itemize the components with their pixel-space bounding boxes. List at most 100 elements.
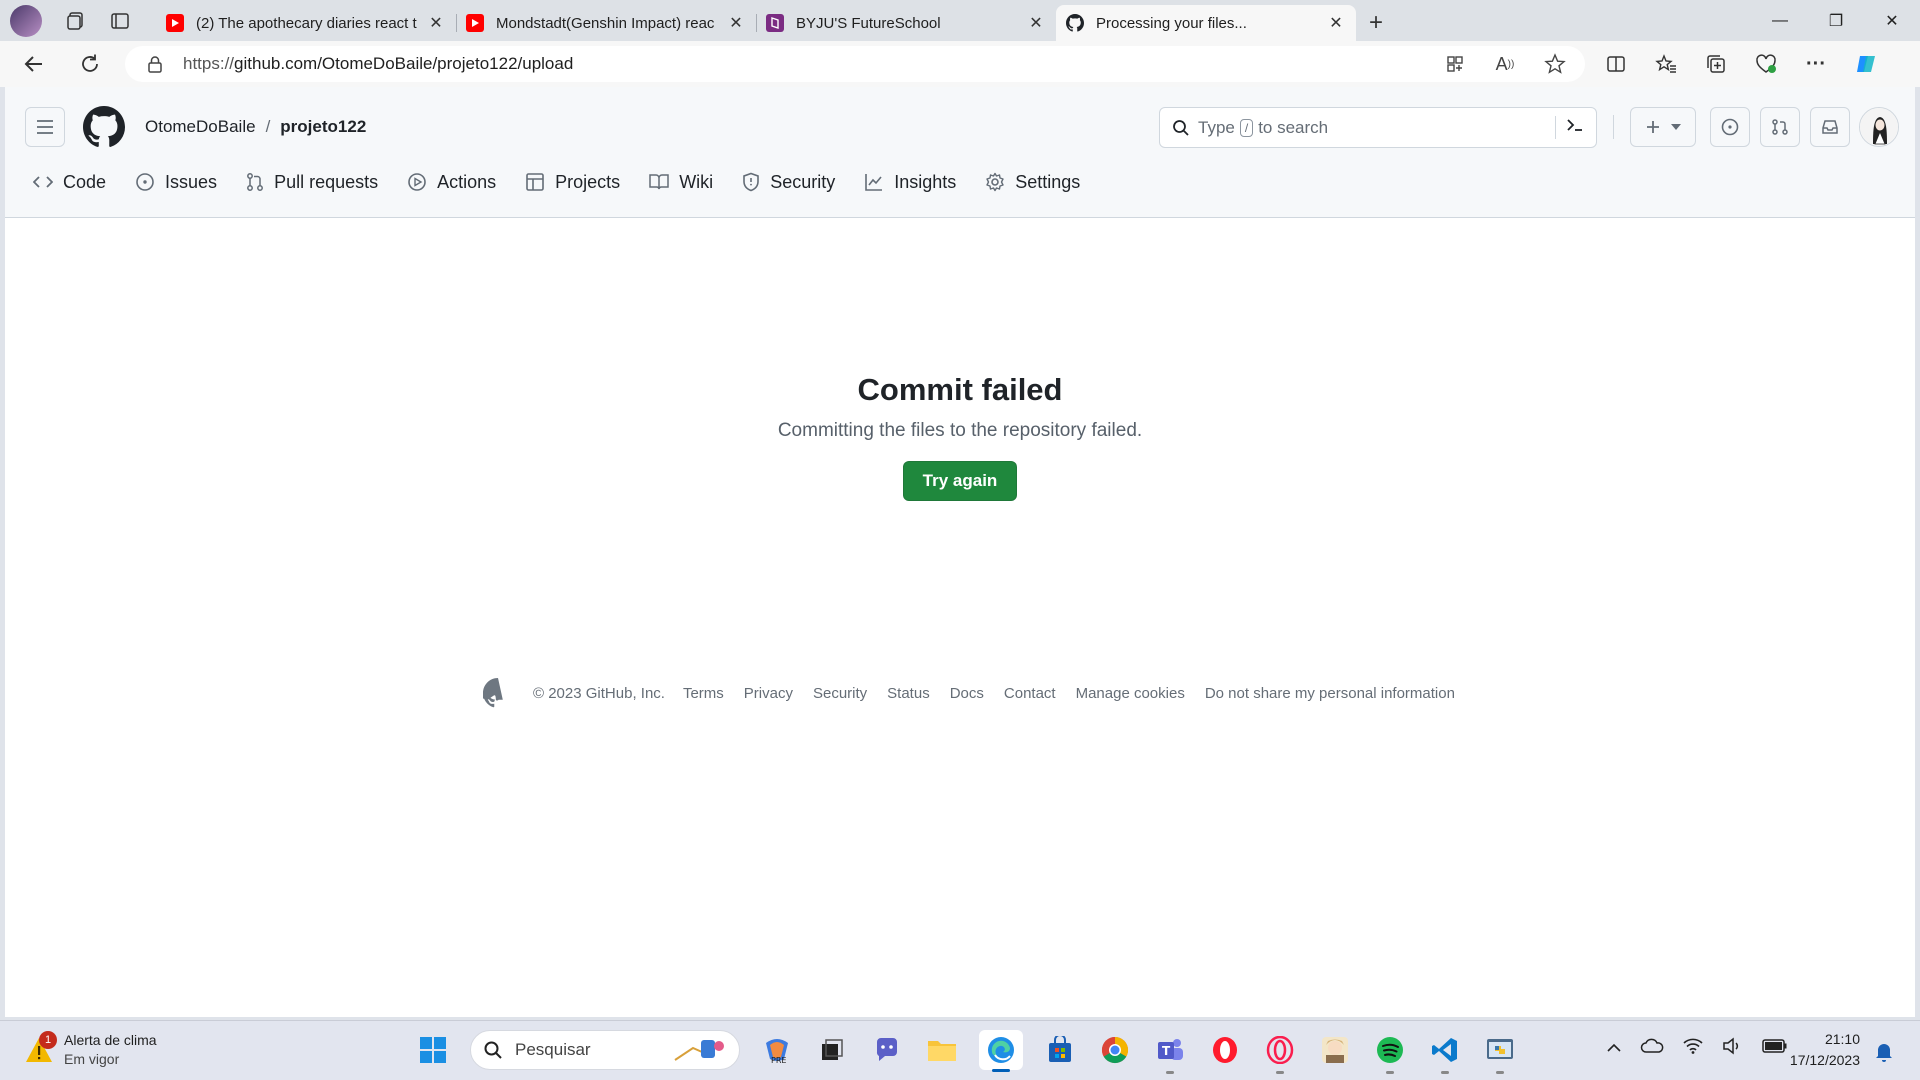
search-placeholder-end: to search	[1258, 117, 1329, 137]
table-icon	[526, 173, 544, 191]
tab-projects[interactable]: Projects	[525, 165, 635, 199]
url-text[interactable]: https://github.com/OtomeDoBaile/projeto1…	[183, 54, 573, 74]
repo-name-link[interactable]: projeto122	[280, 117, 366, 137]
footer-link-manage-cookies[interactable]: Manage cookies	[1076, 685, 1185, 702]
task-view-icon[interactable]	[814, 1032, 850, 1068]
window-controls: — ❐ ✕	[1752, 0, 1920, 41]
tab-actions-icon[interactable]	[98, 0, 142, 41]
new-tab-icon[interactable]: +	[1356, 5, 1396, 41]
close-tab-icon[interactable]: ✕	[1326, 13, 1346, 33]
inbox-icon[interactable]	[1810, 107, 1850, 147]
window-close-icon[interactable]: ✕	[1864, 0, 1920, 41]
footer-link-docs[interactable]: Docs	[950, 685, 984, 702]
collections-icon[interactable]	[1700, 48, 1732, 80]
issues-icon[interactable]	[1710, 107, 1750, 147]
tab-label: Settings	[1015, 171, 1081, 192]
windows-start-icon[interactable]	[415, 1032, 451, 1068]
github-logo-icon[interactable]	[83, 106, 125, 153]
address-bar[interactable]: https://github.com/OtomeDoBaile/projeto1…	[125, 46, 1585, 82]
spotify-icon[interactable]	[1372, 1032, 1408, 1074]
close-tab-icon[interactable]: ✕	[726, 13, 746, 33]
footer-link-status[interactable]: Status	[887, 685, 930, 702]
byjus-icon	[766, 14, 784, 32]
python-idle-icon[interactable]	[1482, 1032, 1518, 1074]
favorites-icon[interactable]	[1650, 48, 1682, 80]
gear-icon	[986, 172, 1004, 192]
workspaces-icon[interactable]	[54, 0, 98, 41]
address-toolbar: https://github.com/OtomeDoBaile/projeto1…	[0, 41, 1920, 87]
repo-owner-link[interactable]: OtomeDoBaile	[145, 117, 256, 137]
tab-settings[interactable]: Settings	[985, 165, 1095, 199]
tab-issues[interactable]: Issues	[135, 165, 232, 199]
browser-tab[interactable]: BYJU'S FutureSchool ✕	[756, 5, 1056, 41]
read-aloud-icon[interactable]: A))	[1489, 48, 1521, 80]
issue-icon	[136, 173, 154, 191]
taskbar-search-input[interactable]: Pesquisar	[470, 1030, 740, 1070]
wifi-icon[interactable]	[1682, 1037, 1704, 1060]
footer-link-privacy[interactable]: Privacy	[744, 685, 793, 702]
file-explorer-icon[interactable]	[924, 1032, 960, 1068]
footer-link-terms[interactable]: Terms	[683, 685, 724, 702]
copilot-preview-icon[interactable]: PRE	[759, 1032, 795, 1068]
opera-icon[interactable]	[1207, 1032, 1243, 1068]
shield-icon	[743, 172, 759, 192]
more-options-icon[interactable]: ···	[1800, 48, 1832, 80]
tab-pull-requests[interactable]: Pull requests	[246, 165, 393, 199]
chat-icon[interactable]	[869, 1032, 905, 1068]
footer: © 2023 GitHub, Inc. Terms Privacy Securi…	[483, 678, 1455, 708]
edge-browser-icon[interactable]	[979, 1030, 1023, 1072]
game-launcher-icon[interactable]	[1317, 1032, 1353, 1068]
tab-security[interactable]: Security	[742, 165, 850, 199]
menu-icon[interactable]	[25, 107, 65, 147]
system-clock[interactable]: 21:10 17/12/2023	[1778, 1029, 1860, 1071]
close-tab-icon[interactable]: ✕	[1026, 13, 1046, 33]
onedrive-cloud-icon[interactable]	[1640, 1038, 1664, 1059]
restore-icon[interactable]: ❐	[1808, 0, 1864, 41]
browser-tab[interactable]: (2) The apothecary diaries react t ✕	[156, 5, 456, 41]
volume-icon[interactable]	[1722, 1037, 1744, 1060]
chevron-up-icon[interactable]	[1606, 1040, 1622, 1058]
weather-widget[interactable]: 1 Alerta de clima Em vigor	[24, 1031, 157, 1069]
svg-text:T: T	[1162, 1044, 1171, 1058]
back-icon[interactable]	[6, 41, 62, 87]
chrome-icon[interactable]	[1097, 1032, 1133, 1068]
command-palette-icon[interactable]	[1555, 116, 1584, 139]
github-header: OtomeDoBaile / projeto122 Type / to sear…	[5, 87, 1915, 218]
code-icon	[33, 176, 53, 188]
browser-tab[interactable]: Mondstadt(Genshin Impact) reac ✕	[456, 5, 756, 41]
copilot-icon[interactable]	[1850, 48, 1882, 80]
browser-tab-active[interactable]: Processing your files... ✕	[1056, 5, 1356, 41]
pull-requests-icon[interactable]	[1760, 107, 1800, 147]
footer-github-icon[interactable]	[483, 678, 513, 708]
browser-essentials-icon[interactable]	[1750, 48, 1782, 80]
try-again-button[interactable]: Try again	[903, 461, 1017, 501]
footer-link-do-not-share[interactable]: Do not share my personal information	[1205, 685, 1455, 702]
create-new-button[interactable]	[1630, 107, 1696, 147]
tab-code[interactable]: Code	[33, 165, 121, 199]
footer-link-security[interactable]: Security	[813, 685, 867, 702]
minimize-icon[interactable]: —	[1752, 0, 1808, 41]
user-avatar[interactable]	[1859, 107, 1899, 147]
refresh-icon[interactable]	[62, 41, 118, 87]
favorite-star-icon[interactable]	[1539, 48, 1571, 80]
browser-profile-avatar[interactable]	[10, 4, 42, 37]
close-tab-icon[interactable]: ✕	[426, 13, 446, 33]
tab-wiki[interactable]: Wiki	[649, 165, 728, 199]
tab-insights[interactable]: Insights	[864, 165, 971, 199]
teams-icon[interactable]: T	[1152, 1032, 1188, 1074]
tab-actions[interactable]: Actions	[407, 165, 511, 199]
lock-icon[interactable]	[135, 55, 175, 73]
footer-link-contact[interactable]: Contact	[1004, 685, 1056, 702]
microsoft-store-icon[interactable]	[1042, 1032, 1078, 1068]
tab-label: Code	[63, 171, 107, 192]
search-input[interactable]: Type / to search	[1159, 107, 1597, 148]
app-available-icon[interactable]	[1439, 48, 1471, 80]
clock-time: 21:10	[1824, 1031, 1860, 1047]
tab-label: Actions	[437, 171, 497, 192]
weather-alert-icon: 1	[24, 1031, 57, 1065]
split-screen-icon[interactable]	[1600, 48, 1632, 80]
opera-gx-icon[interactable]	[1262, 1032, 1298, 1074]
youtube-icon	[166, 14, 184, 32]
notification-bell-icon[interactable]	[1874, 1041, 1894, 1068]
vscode-icon[interactable]	[1427, 1032, 1463, 1074]
